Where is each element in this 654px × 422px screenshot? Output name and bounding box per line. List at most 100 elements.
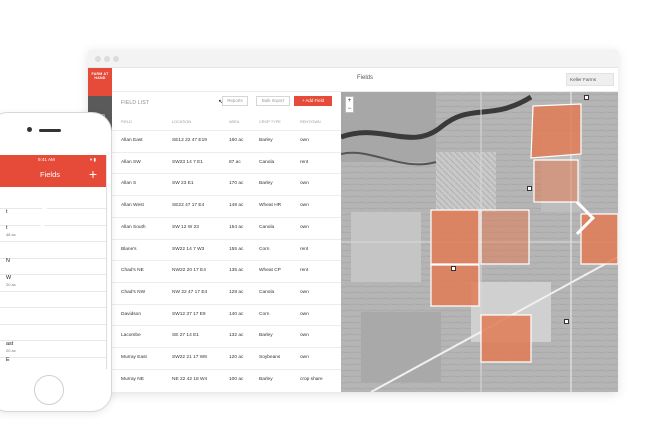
table-row[interactable]: Murray NE NE 22 42 18 W4 100 ac Barley crop …	[112, 368, 341, 391]
table-cell: 148 ac	[229, 203, 244, 209]
table-row[interactable]: Lacombe SE 27 14 E1 132 ac Barley own	[112, 325, 341, 347]
phone-list-item[interactable]: E	[0, 354, 106, 369]
table-header: FIELD LOCATION AREA CROP TYPE RENT/OWN	[112, 120, 341, 128]
field-polygon[interactable]	[480, 209, 530, 265]
field-polygon[interactable]	[430, 209, 480, 265]
map-marker-icon[interactable]	[564, 319, 569, 324]
table-row[interactable]: Davidson SW12 37 17 E9 140 ac Corn own	[112, 303, 341, 326]
table-cell: Wheat CP	[259, 268, 281, 274]
satellite-map-image[interactable]	[341, 92, 618, 392]
table-cell: NW 22 47 17 E4	[172, 289, 208, 295]
table-cell: SE22 47 17 E4	[172, 203, 205, 209]
window-minimize-dot[interactable]	[104, 56, 110, 62]
phone-item-name: N	[6, 258, 10, 264]
phone-mockup: 9:41 AM ▾ ▮ Fields + t t 48 ac N W 20 ac ast 20…	[0, 112, 112, 412]
phone-add-button[interactable]: +	[89, 166, 97, 182]
window-zoom-dot[interactable]	[113, 56, 119, 62]
table-cell: SW 12 W 23	[172, 224, 199, 230]
table-cell: own	[300, 181, 309, 187]
zoom-out-button[interactable]: −	[346, 105, 353, 113]
table-cell: NW22 20 17 E4	[172, 268, 206, 274]
column-header[interactable]: AREA	[229, 120, 239, 124]
field-polygon[interactable]	[530, 103, 582, 159]
field-polygon[interactable]	[480, 314, 532, 363]
map-marker-icon[interactable]	[527, 186, 532, 191]
phone-header: Fields +	[0, 165, 106, 187]
add-field-button[interactable]: + Add Field	[294, 96, 332, 106]
table-cell: SW 23 E1	[172, 181, 194, 187]
bulk-import-button[interactable]: Bulk Import	[256, 96, 290, 106]
table-cell: Canola	[259, 224, 275, 230]
column-header[interactable]: CROP TYPE	[259, 120, 281, 124]
table-row[interactable]: Allan SW SW23 14 7 E1 87 ac Canola rent	[112, 151, 341, 174]
table-cell: Barley	[259, 138, 273, 143]
table-cell: 170 ac	[229, 181, 244, 187]
field-list-panel: FIELD LIST ↖ Reports Bulk Import + Add F…	[112, 92, 341, 392]
zoom-control: + −	[345, 96, 354, 113]
field-polygon[interactable]	[430, 264, 480, 307]
top-bar: Fields Keller Farms	[112, 68, 618, 92]
field-map[interactable]: + −	[341, 92, 618, 392]
marketing-screenshot: FARM AT HAND Fields Keller Farms FIELD L…	[0, 0, 654, 422]
table-cell: 155 ac	[229, 246, 244, 252]
table-row[interactable]: Allan S SW 23 E1 170 ac Barley own	[112, 173, 341, 195]
table-cell: own	[300, 224, 309, 230]
table-cell: SW22 14 7 W3	[172, 246, 205, 252]
table-cell: Soybeans	[259, 355, 281, 360]
table-cell: Blane's	[121, 246, 137, 252]
column-header[interactable]: LOCATION	[172, 120, 191, 124]
table-row[interactable]: Allan West SE22 47 17 E4 148 ac Wheat HR own	[112, 195, 341, 217]
table-cell: rent	[300, 268, 309, 274]
table-cell: rent	[300, 246, 309, 252]
table-cell: Chad's NE	[121, 268, 144, 274]
table-row[interactable]: Allan South SW 12 W 23 154 ac Canola own	[112, 216, 341, 239]
map-marker-icon[interactable]	[451, 266, 456, 271]
table-cell: Chad's NW	[121, 289, 146, 295]
reports-button[interactable]: Reports	[222, 96, 248, 106]
table-cell: Murray NE	[121, 376, 144, 382]
table-cell: Allan SW	[121, 159, 141, 165]
table-cell: Wheat HR	[259, 203, 282, 209]
table-cell: crop share	[300, 376, 323, 382]
table-cell: SW22 21 17 W8	[172, 355, 207, 360]
column-header[interactable]: RENT/OWN	[300, 120, 321, 124]
table-cell: 135 ac	[229, 268, 244, 274]
table-cell: 160 ac	[229, 138, 244, 143]
table-cell: 128 ac	[229, 289, 244, 295]
field-polygon[interactable]	[533, 159, 579, 203]
table-row[interactable]: Chad's NE NW22 20 17 E4 135 ac Wheat CP rent	[112, 260, 341, 282]
zoom-in-button[interactable]: +	[346, 97, 353, 105]
table-row[interactable]: Blane's SW22 14 7 W3 155 ac Corn rent	[112, 238, 341, 261]
column-header[interactable]: FIELD	[121, 120, 132, 124]
table-cell: Canola	[259, 159, 275, 165]
table-cell: SE12 22 47 E19	[172, 138, 207, 143]
window-close-dot[interactable]	[95, 56, 101, 62]
table-cell: Davidson	[121, 311, 141, 317]
table-row[interactable]: Allan East SE12 22 47 E19 160 ac Barley own	[112, 130, 341, 152]
table-cell: Canola	[259, 289, 275, 295]
table-row[interactable]: Chad's NW NW 22 47 17 E4 128 ac Canola own	[112, 281, 341, 304]
brand-logo[interactable]: FARM AT HAND	[88, 68, 112, 96]
phone-item-name: t	[6, 225, 8, 231]
table-cell: Allan South	[121, 224, 146, 230]
table-row[interactable]: Murray East SW22 21 17 W8 120 ac Soybeans ow…	[112, 347, 341, 369]
table-cell: own	[300, 289, 309, 295]
phone-status-icons: ▾ ▮	[89, 157, 96, 162]
table-cell: own	[300, 203, 309, 209]
table-cell: SW23 14 7 E1	[172, 159, 203, 165]
phone-item-area: 48 ac	[6, 232, 16, 237]
table-cell: SW12 37 17 E9	[172, 311, 206, 317]
phone-item-area: 20 ac	[6, 347, 16, 353]
phone-item-name: W	[6, 274, 12, 281]
table-cell: Barley	[259, 376, 273, 382]
table-cell: own	[300, 311, 309, 317]
farm-selector[interactable]: Keller Farms	[566, 73, 614, 86]
phone-status-time: 9:41 AM	[38, 157, 55, 162]
desktop-window: FARM AT HAND Fields Keller Farms FIELD L…	[88, 50, 618, 392]
phone-home-button[interactable]	[34, 375, 64, 405]
phone-status-bar: 9:41 AM ▾ ▮	[0, 155, 106, 165]
table-cell: Allan East	[121, 138, 143, 143]
phone-item-name: ast	[6, 340, 14, 347]
phone-item-name: E	[6, 357, 10, 363]
map-marker-icon[interactable]	[584, 95, 589, 100]
